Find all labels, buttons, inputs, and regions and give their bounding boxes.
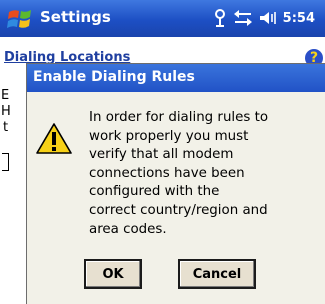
background-text-fragment: E: [1, 88, 10, 103]
dialog-title: Enable Dialing Rules: [33, 69, 195, 85]
speaker-volume-icon[interactable]: [259, 10, 277, 26]
enable-dialing-rules-dialog: Enable Dialing Rules In order for dialin…: [26, 63, 325, 304]
message-line: work properly you must: [89, 128, 249, 144]
title-bar: Settings 5:54: [0, 0, 325, 37]
cancel-button[interactable]: Cancel: [178, 259, 256, 289]
background-field-edge: [2, 153, 9, 171]
background-text-fragment: H: [1, 104, 11, 119]
dialog-message: In order for dialing rules to work prope…: [89, 109, 299, 239]
message-line: In order for dialing rules to: [89, 110, 269, 125]
message-line: configured with the: [89, 184, 220, 200]
windows-flag-icon[interactable]: [6, 6, 34, 32]
warning-icon: [36, 123, 72, 154]
connectivity-icon[interactable]: [213, 9, 227, 27]
clock-time[interactable]: 5:54: [283, 11, 315, 26]
background-text-fragment: t: [3, 120, 9, 135]
status-icons: 5:54: [213, 9, 315, 27]
message-line: area codes.: [89, 221, 167, 237]
section-header: Dialing Locations ?: [0, 37, 325, 67]
message-line: connections have been: [89, 165, 245, 181]
dialog-title-bar: Enable Dialing Rules: [27, 64, 325, 92]
message-line: correct country/region and: [89, 202, 268, 218]
ok-button[interactable]: OK: [84, 259, 142, 289]
sync-arrows-icon[interactable]: [233, 10, 253, 26]
message-line: verify that all modem: [89, 147, 234, 163]
app-title: Settings: [40, 8, 111, 26]
